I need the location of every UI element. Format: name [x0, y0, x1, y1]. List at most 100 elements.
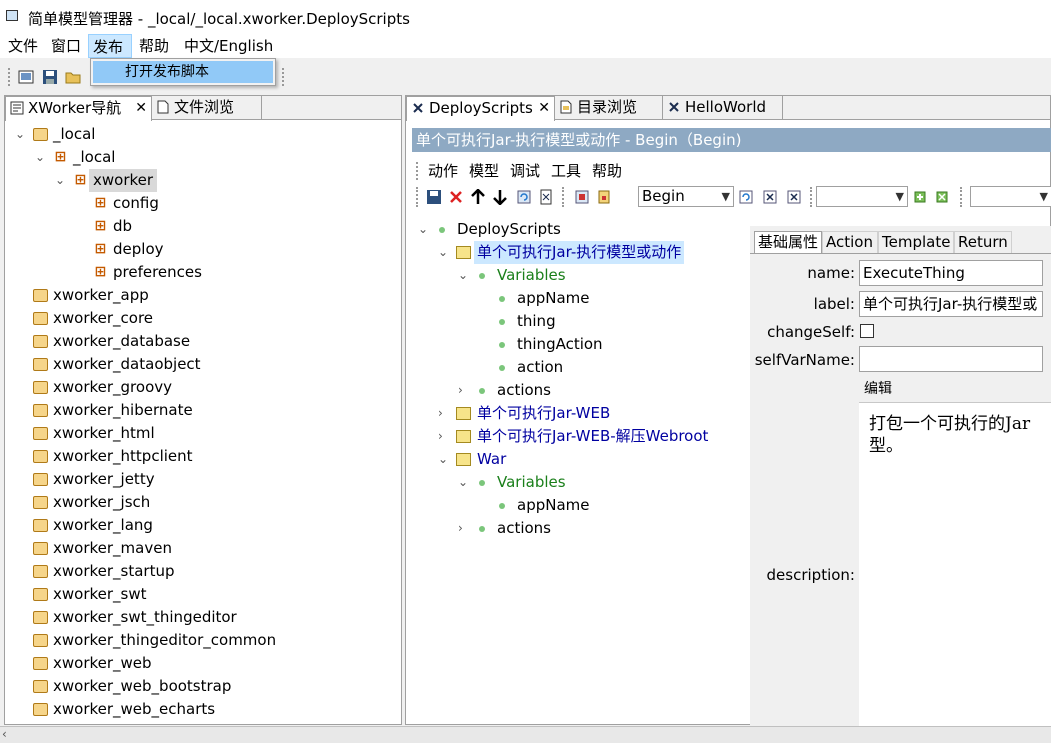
editor-menu-action[interactable]: 动作: [428, 160, 458, 181]
close-icon[interactable]: ✕: [135, 97, 147, 119]
thing-tree-item[interactable]: › actions: [412, 517, 740, 540]
chevron-down-icon[interactable]: ⌄: [458, 264, 470, 287]
remove-icon[interactable]: [934, 189, 950, 205]
menu-window[interactable]: 窗口: [47, 34, 85, 58]
nav-tree-item[interactable]: ⊞ config: [5, 192, 401, 215]
menu-help[interactable]: 帮助: [135, 34, 173, 58]
nav-tree-item[interactable]: xworker_web_echarts: [5, 698, 401, 721]
chevron-down-icon[interactable]: ⌄: [438, 241, 450, 264]
chevron-down-icon[interactable]: ⌄: [35, 146, 47, 169]
nav-tree-item[interactable]: xworker_database: [5, 330, 401, 353]
editor-menu-debug[interactable]: 调试: [510, 160, 540, 181]
thing-tree-item[interactable]: ⌄ DeployScripts: [412, 218, 740, 241]
thing-tree-item[interactable]: appName: [412, 287, 740, 310]
move-up-icon[interactable]: [470, 189, 486, 205]
nav-tree-item[interactable]: xworker_core: [5, 307, 401, 330]
tab-basic-attributes[interactable]: 基础属性: [754, 231, 822, 253]
editor-menu-model[interactable]: 模型: [469, 160, 499, 181]
nav-tree-item[interactable]: xworker_groovy: [5, 376, 401, 399]
chevron-down-icon[interactable]: ⌄: [458, 471, 470, 494]
move-down-icon[interactable]: [492, 189, 508, 205]
debug-icon[interactable]: [762, 189, 778, 205]
chevron-right-icon[interactable]: ›: [438, 425, 450, 448]
nav-tree-item[interactable]: xworker_jsch: [5, 491, 401, 514]
stop-icon[interactable]: [786, 189, 802, 205]
nav-tree-item[interactable]: xworker_httpclient: [5, 445, 401, 468]
run-icon[interactable]: [738, 189, 754, 205]
chevron-down-icon[interactable]: ⌄: [55, 169, 67, 192]
nav-tree-item[interactable]: xworker_startup: [5, 560, 401, 583]
editor-menu-help[interactable]: 帮助: [592, 160, 622, 181]
nav-tree-item[interactable]: xworker_thingeditor_common: [5, 629, 401, 652]
tab-xworker-nav[interactable]: XWorker导航 ✕: [5, 96, 152, 121]
thing-tree-item[interactable]: thing: [412, 310, 740, 333]
document-icon[interactable]: [538, 189, 554, 205]
lock-icon[interactable]: [596, 189, 612, 205]
thing-tree-item[interactable]: ⌄ War: [412, 448, 740, 471]
nav-tree-item[interactable]: xworker_maven: [5, 537, 401, 560]
chevron-down-icon[interactable]: ⌄: [438, 448, 450, 471]
nav-tree-item[interactable]: ⊞ deploy: [5, 238, 401, 261]
thing-tree-item[interactable]: › 单个可执行Jar-WEB-解压Webroot: [412, 425, 740, 448]
open-deploy-script-item[interactable]: 打开发布脚本: [93, 61, 273, 83]
nav-tree-item[interactable]: ⌄ ⊞ xworker: [5, 169, 401, 192]
label-field[interactable]: 单个可执行Jar-执行模型或: [859, 291, 1043, 317]
thing-tree-item[interactable]: thingAction: [412, 333, 740, 356]
nav-tree-item[interactable]: xworker_hibernate: [5, 399, 401, 422]
name-field[interactable]: ExecuteThing: [859, 260, 1043, 286]
thing-tree-item[interactable]: ⌄ Variables: [412, 471, 740, 494]
add-icon[interactable]: [912, 189, 928, 205]
nav-tree-item[interactable]: xworker_web: [5, 652, 401, 675]
menu-language[interactable]: 中文/English: [180, 34, 277, 58]
thing-tree-item[interactable]: ⌄ 单个可执行Jar-执行模型或动作: [412, 241, 740, 264]
chevron-left-icon[interactable]: ‹: [2, 727, 7, 741]
tab-template[interactable]: Template: [878, 231, 954, 253]
edit-header[interactable]: 编辑: [859, 378, 1051, 400]
menu-publish[interactable]: 发布: [88, 34, 132, 58]
nav-tree-item[interactable]: xworker_dataobject: [5, 353, 401, 376]
thing-tree-item[interactable]: › actions: [412, 379, 740, 402]
refresh-icon[interactable]: [516, 189, 532, 205]
action-combo[interactable]: Begin ▼: [638, 186, 734, 207]
tab-return[interactable]: Return: [954, 231, 1012, 253]
nav-tree-item[interactable]: xworker_html: [5, 422, 401, 445]
selfvarname-field[interactable]: [859, 346, 1043, 372]
nav-tree-item[interactable]: xworker_lang: [5, 514, 401, 537]
open-folder-icon[interactable]: [65, 69, 81, 85]
nav-tree-item[interactable]: xworker_jetty: [5, 468, 401, 491]
nav-tree-item[interactable]: ⌄ ⊞ _local: [5, 146, 401, 169]
chevron-right-icon[interactable]: ›: [458, 517, 470, 540]
nav-tree-item[interactable]: ⊞ preferences: [5, 261, 401, 284]
screenshot-icon[interactable]: [18, 69, 34, 85]
chevron-down-icon[interactable]: ⌄: [418, 218, 430, 241]
tab-helloworld[interactable]: HelloWorld: [663, 96, 783, 120]
description-editor[interactable]: 打包一个可执行的Jar 型。: [859, 402, 1051, 727]
changeself-checkbox[interactable]: [860, 324, 874, 338]
nav-tree-item[interactable]: ⌄ _local: [5, 123, 401, 146]
thing-tree-item[interactable]: ⌄ Variables: [412, 264, 740, 287]
delete-icon[interactable]: [448, 189, 464, 205]
model-icon[interactable]: [574, 189, 590, 205]
tab-action[interactable]: Action: [822, 231, 878, 253]
menu-file[interactable]: 文件: [4, 34, 42, 58]
close-icon[interactable]: ✕: [538, 97, 550, 119]
secondary-combo[interactable]: ▼: [816, 186, 908, 207]
save-icon[interactable]: [42, 69, 58, 85]
chevron-down-icon[interactable]: ⌄: [15, 123, 27, 146]
thing-tree-item[interactable]: › 单个可执行Jar-WEB: [412, 402, 740, 425]
nav-tree-item[interactable]: xworker_swt: [5, 583, 401, 606]
chevron-right-icon[interactable]: ›: [438, 402, 450, 425]
thing-tree-item[interactable]: action: [412, 356, 740, 379]
nav-tree-item[interactable]: xworker_swt_thingeditor: [5, 606, 401, 629]
save-icon[interactable]: [426, 189, 442, 205]
nav-tree-item[interactable]: ⊞ db: [5, 215, 401, 238]
tab-file-browser[interactable]: 文件浏览: [152, 96, 262, 120]
editor-menu-tools[interactable]: 工具: [551, 160, 581, 181]
chevron-right-icon[interactable]: ›: [458, 379, 470, 402]
horizontal-scrollbar[interactable]: ‹: [0, 726, 1051, 743]
nav-tree-item[interactable]: xworker_app: [5, 284, 401, 307]
third-combo[interactable]: ▼: [970, 186, 1051, 207]
tab-deployscripts[interactable]: DeployScripts ✕: [406, 96, 555, 121]
thing-tree-item[interactable]: appName: [412, 494, 740, 517]
tab-directory-browser[interactable]: 目录浏览: [555, 96, 663, 120]
